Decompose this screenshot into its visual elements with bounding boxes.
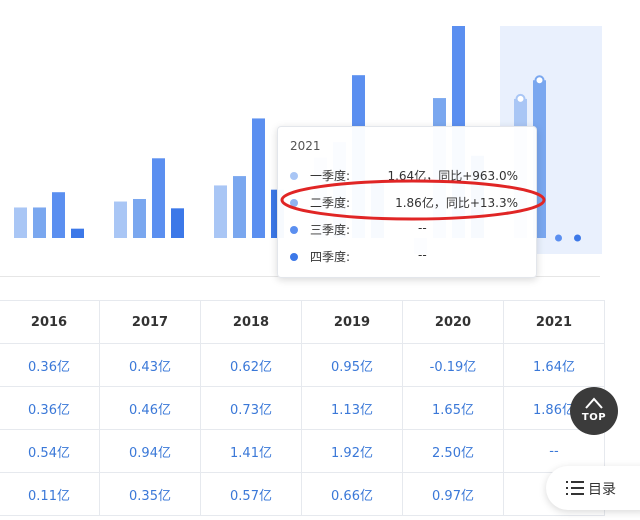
tooltip-row-q1: 一季度: 1.64亿，同比+963.0% xyxy=(290,167,530,185)
chart-tooltip: 2021 一季度: 1.64亿，同比+963.0% 二季度: 1.86亿，同比+… xyxy=(277,126,537,278)
tooltip-row-name: 一季度: xyxy=(310,169,351,183)
tooltip-row-name: 四季度: xyxy=(310,250,351,264)
bar-2018-q1[interactable] xyxy=(214,185,227,238)
bar-2017-q2[interactable] xyxy=(133,198,146,238)
tooltip-row-name: 三季度: xyxy=(310,223,351,237)
bar-2016-q3[interactable] xyxy=(52,192,65,238)
bar-2017-q1[interactable] xyxy=(114,201,127,238)
table-header-cell: 2021 xyxy=(503,300,605,344)
chevron-up-icon xyxy=(585,397,603,409)
toc-button-label: 目录 xyxy=(588,482,616,498)
tooltip-row-value: 1.64亿，同比+963.0% xyxy=(387,169,518,183)
table-cell: 0.66亿 xyxy=(301,472,403,516)
table-header-cell: 2019 xyxy=(301,300,403,344)
bar-2018-q2[interactable] xyxy=(233,176,246,238)
tooltip-row-value: -- xyxy=(418,248,427,262)
bar-2016-q1[interactable] xyxy=(14,207,27,238)
table-row: 0.36亿 0.46亿 0.73亿 1.13亿 1.65亿 1.86亿 xyxy=(0,386,605,430)
table-cell: 2.50亿 xyxy=(402,429,504,473)
table-cell: 1.92亿 xyxy=(301,429,403,473)
tooltip-row-q2: 二季度: 1.86亿，同比+13.3% xyxy=(290,194,530,212)
bar-2017-q3[interactable] xyxy=(152,158,165,238)
bar-2016-q2[interactable] xyxy=(33,207,46,238)
table-cell: 0.94亿 xyxy=(99,429,201,473)
table-cell: -0.19亿 xyxy=(402,343,504,387)
table-cell: 1.64亿 xyxy=(503,343,605,387)
table-header-cell: 2018 xyxy=(200,300,302,344)
bar-2018-q3[interactable] xyxy=(252,118,265,238)
table-cell: 0.57亿 xyxy=(200,472,302,516)
table-cell: 0.36亿 xyxy=(0,386,100,430)
table-of-contents-button[interactable]: 目录 xyxy=(546,466,640,510)
bar-top-marker xyxy=(534,75,545,86)
list-icon xyxy=(566,481,584,495)
table-cell: 0.43亿 xyxy=(99,343,201,387)
table-cell: 0.36亿 xyxy=(0,343,100,387)
table-header-cell: 2020 xyxy=(402,300,504,344)
table-cell: 0.46亿 xyxy=(99,386,201,430)
bar-2017-q4[interactable] xyxy=(171,208,184,238)
empty-value-marker xyxy=(555,234,562,242)
quarterly-data-table: 2016 2017 2018 2019 2020 2021 0.36亿 0.43… xyxy=(0,300,605,516)
table-row: 0.36亿 0.43亿 0.62亿 0.95亿 -0.19亿 1.64亿 xyxy=(0,343,605,387)
table-row: 0.54亿 0.94亿 1.41亿 1.92亿 2.50亿 -- xyxy=(0,429,605,473)
back-to-top-button[interactable]: TOP xyxy=(570,387,618,435)
table-cell: 0.73亿 xyxy=(200,386,302,430)
bar-top-marker xyxy=(515,93,526,104)
table-cell: 0.11亿 xyxy=(0,472,100,516)
table-cell: 0.97亿 xyxy=(402,472,504,516)
table-cell: 1.13亿 xyxy=(301,386,403,430)
empty-value-marker xyxy=(574,234,581,242)
table-cell: 0.95亿 xyxy=(301,343,403,387)
tooltip-row-q3: 三季度: -- xyxy=(290,221,530,239)
table-cell: 0.35亿 xyxy=(99,472,201,516)
q3-legend-dot xyxy=(290,226,298,234)
table-cell: 1.41亿 xyxy=(200,429,302,473)
tooltip-row-name: 二季度: xyxy=(310,196,351,210)
bar-2016-q4[interactable] xyxy=(71,228,84,238)
table-row: 0.11亿 0.35亿 0.57亿 0.66亿 0.97亿 xyxy=(0,472,605,516)
table-cell: 0.54亿 xyxy=(0,429,100,473)
table-header-row: 2016 2017 2018 2019 2020 2021 xyxy=(0,300,605,344)
q1-legend-dot xyxy=(290,172,298,180)
tooltip-row-value: 1.86亿，同比+13.3% xyxy=(395,196,518,210)
q2-legend-dot xyxy=(290,199,298,207)
table-header-cell: 2016 xyxy=(0,300,100,344)
table-cell: 1.65亿 xyxy=(402,386,504,430)
q4-legend-dot xyxy=(290,253,298,261)
tooltip-title: 2021 xyxy=(290,139,321,153)
top-button-label: TOP xyxy=(581,412,607,423)
table-cell: 0.62亿 xyxy=(200,343,302,387)
table-header-cell: 2017 xyxy=(99,300,201,344)
tooltip-row-q4: 四季度: -- xyxy=(290,248,530,266)
tooltip-row-value: -- xyxy=(418,221,427,235)
